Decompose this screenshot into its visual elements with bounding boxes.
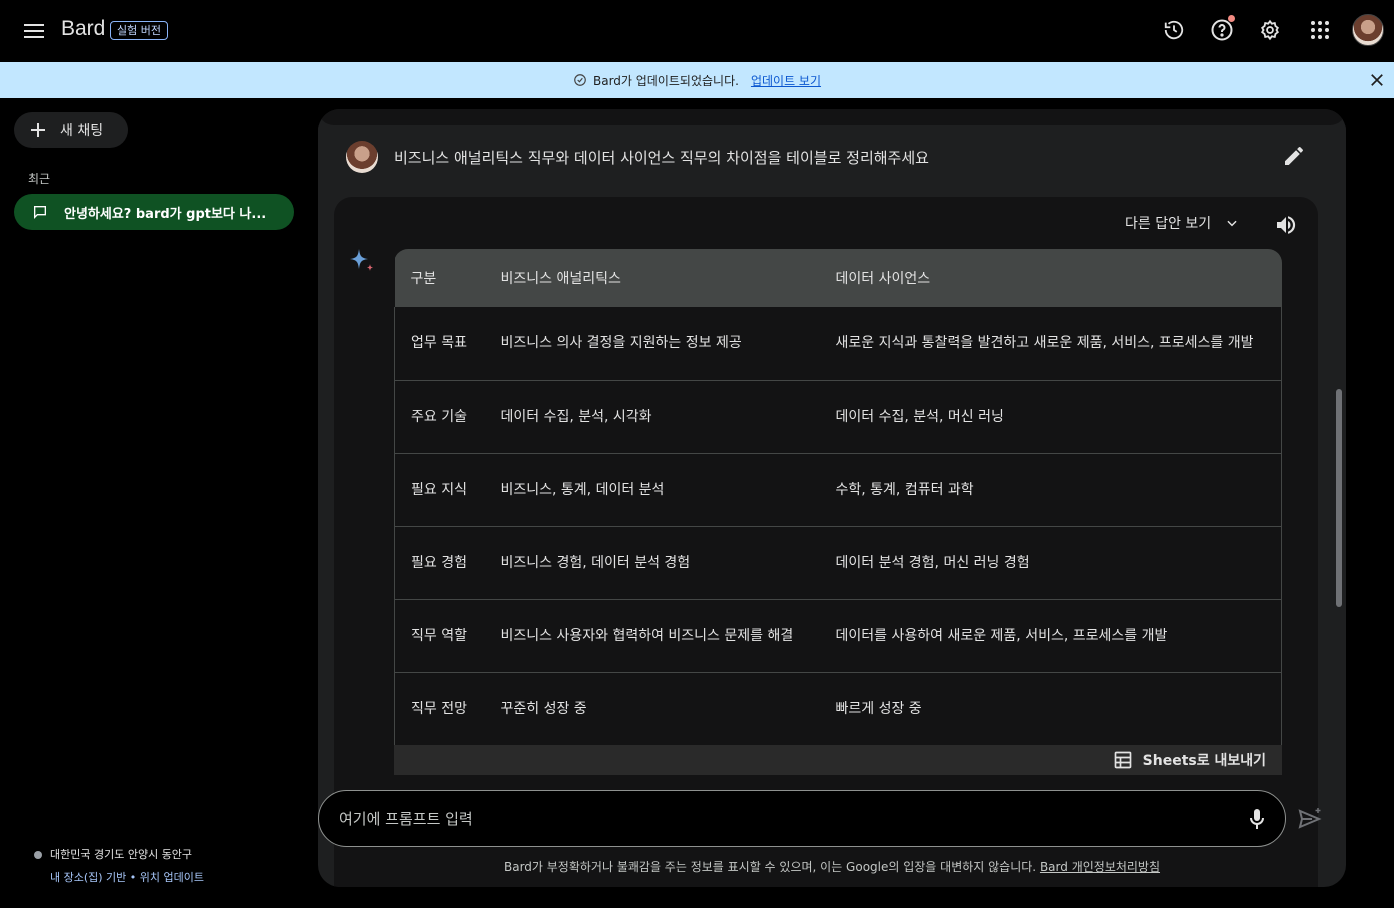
table-cell: 데이터 분석 경험, 머신 러닝 경험 [835,554,1030,571]
chevron-down-icon [1227,220,1237,227]
table-cell: 빠르게 성장 중 [835,700,922,717]
table-cell: 비즈니스 의사 결정을 지원하는 정보 제공 [500,335,742,352]
app-title[interactable]: Bard [61,17,105,41]
help-icon[interactable] [1208,15,1236,44]
table-cell: 데이터를 사용하여 새로운 제품, 서비스, 프로세스를 개발 [835,627,1168,644]
speaker-icon[interactable] [1274,213,1298,237]
table-cell: 새로운 지식과 통찰력을 발견하고 새로운 제품, 서비스, 프로세스를 개발 [835,335,1254,352]
menu-icon[interactable] [20,17,48,45]
new-chat-label: 새 채팅 [60,123,104,139]
banner-link[interactable]: 업데이트 보기 [751,72,821,89]
location-dot [34,851,42,859]
user-prompt: 비즈니스 애널리틱스 직무와 데이터 사이언스 직무의 차이점을 테이블로 정리… [318,125,1346,189]
export-label: Sheets로 내보내기 [1142,753,1266,769]
table-cell: 수학, 통계, 컴퓨터 과학 [835,481,974,498]
previous-turn-edge [318,109,1346,125]
column-header: 데이터 사이언스 [835,271,931,287]
disclaimer-text: Bard가 부정확하거나 불쾌감을 주는 정보를 표시할 수 있으며, 이는 G… [503,860,1037,874]
export-to-sheets-button[interactable]: Sheets로 내보내기 [394,745,1282,775]
recent-chat-label: 안녕하세요? bard가 gpt보다 나... [64,206,267,222]
scrollbar[interactable] [1336,389,1342,607]
table-cell: 주요 기술 [411,408,467,425]
disclaimer: Bard가 부정확하거나 불쾌감을 주는 정보를 표시할 수 있으며, 이는 G… [318,858,1346,875]
table-row: 필요 경험 비즈니스 경험, 데이터 분석 경험 데이터 분석 경험, 머신 러… [394,526,1282,599]
table-row: 직무 역할 비즈니스 사용자와 협력하여 비즈니스 문제를 해결 데이터를 사용… [394,599,1282,672]
location-info: 대한민국 경기도 안양시 동안구 내 장소(집) 기반 • 위치 업데이트 [34,846,204,885]
table-row: 필요 지식 비즈니스, 통계, 데이터 분석 수학, 통계, 컴퓨터 과학 [394,453,1282,526]
top-bar: Bard 실험 버전 [0,0,1394,62]
mic-icon[interactable] [1245,807,1269,831]
table-cell: 데이터 수집, 분석, 시각화 [500,408,652,425]
recent-heading: 최근 [28,172,51,186]
history-icon[interactable] [1160,16,1188,44]
location-update-link[interactable]: 내 장소(집) 기반 • 위치 업데이트 [50,869,204,885]
column-header: 구분 [410,271,437,287]
check-circle-icon [574,74,586,86]
account-avatar[interactable] [1352,14,1384,46]
recent-chat-item[interactable]: 안녕하세요? bard가 gpt보다 나... [14,194,294,230]
table-row: 주요 기술 데이터 수집, 분석, 시각화 데이터 수집, 분석, 머신 러닝 [394,380,1282,453]
update-banner: Bard가 업데이트되었습니다. 업데이트 보기 [0,62,1394,98]
location-place: 대한민국 경기도 안양시 동안구 [50,848,193,861]
apps-icon[interactable] [1306,16,1334,44]
table-cell: 직무 전망 [411,700,467,717]
table-cell: 꾸준히 성장 중 [500,700,587,717]
table-cell: 데이터 수집, 분석, 머신 러닝 [835,408,1004,425]
close-icon[interactable] [1368,71,1386,89]
table-row: 직무 전망 꾸준히 성장 중 빠르게 성장 중 [394,672,1282,745]
plus-icon [31,123,45,137]
prompt-text: 비즈니스 애널리틱스 직무와 데이터 사이언스 직무의 차이점을 테이블로 정리… [394,149,929,167]
privacy-link[interactable]: Bard 개인정보처리방침 [1040,860,1160,874]
table-cell: 비즈니스 사용자와 협력하여 비즈니스 문제를 해결 [500,627,794,644]
column-header: 비즈니스 애널리틱스 [500,271,621,287]
notification-dot [1228,15,1235,22]
chat-icon [34,206,46,219]
experiment-badge: 실험 버전 [110,21,168,40]
table-cell: 필요 경험 [411,554,467,571]
conversation-panel: 비즈니스 애널리틱스 직무와 데이터 사이언스 직무의 차이점을 테이블로 정리… [318,109,1346,887]
new-chat-button[interactable]: 새 채팅 [14,112,128,148]
prompt-input[interactable] [339,809,1219,828]
prompt-input-box [318,790,1286,847]
table-cell: 비즈니스 경험, 데이터 분석 경험 [500,554,691,571]
response-table: 구분 비즈니스 애널리틱스 데이터 사이언스 업무 목표 비즈니스 의사 결정을… [394,249,1282,779]
table-cell: 비즈니스, 통계, 데이터 분석 [500,481,665,498]
banner-message: Bard가 업데이트되었습니다. [592,73,739,88]
table-cell: 필요 지식 [411,481,467,498]
edit-icon[interactable] [1282,144,1306,168]
user-avatar [346,141,378,173]
view-drafts-label: 다른 답안 보기 [1125,216,1212,232]
bard-response: 다른 답안 보기 구분 비즈니스 애널리틱스 데이터 사이언스 업무 목표 비즈… [334,197,1318,887]
sparkle-icon [350,249,373,271]
sheets-icon [1114,751,1131,769]
settings-icon[interactable] [1256,16,1284,44]
table-cell: 업무 목표 [411,335,467,352]
table-cell: 직무 역할 [411,627,467,644]
table-header-row: 구분 비즈니스 애널리틱스 데이터 사이언스 [394,249,1282,307]
view-drafts-button[interactable]: 다른 답안 보기 [1125,213,1239,233]
table-row: 업무 목표 비즈니스 의사 결정을 지원하는 정보 제공 새로운 지식과 통찰력… [394,307,1282,380]
send-icon[interactable] [1297,806,1323,832]
